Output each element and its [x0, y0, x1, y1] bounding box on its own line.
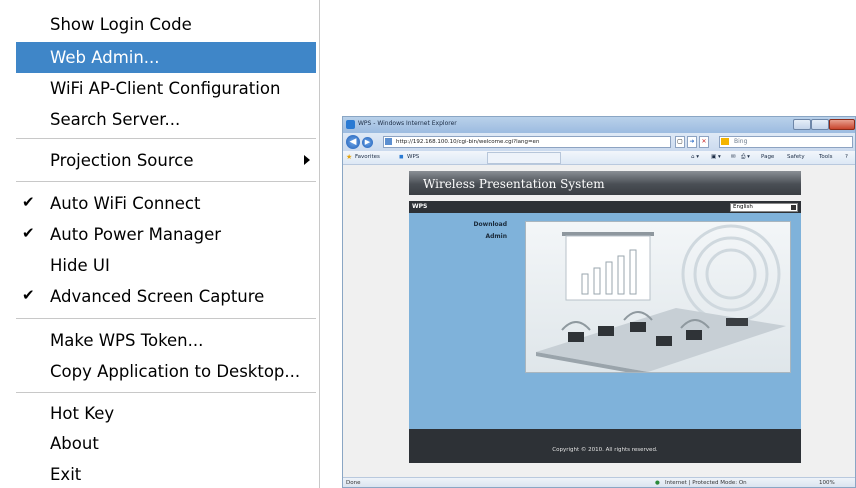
maximize-button[interactable] — [811, 119, 829, 130]
menu-separator — [16, 392, 316, 393]
help-icon[interactable]: ? — [845, 154, 848, 160]
menu-item-label: Show Login Code — [50, 15, 192, 34]
menu-item-web-admin[interactable]: Web Admin... — [16, 42, 316, 73]
wps-main-panel — [513, 213, 801, 429]
menu-item-label: Advanced Screen Capture — [50, 287, 265, 306]
presentation-illustration — [525, 221, 791, 373]
status-bar: Done ● Internet | Protected Mode: On 100… — [343, 477, 855, 487]
check-icon: ✔ — [22, 286, 35, 304]
address-input[interactable]: http://192.168.100.10/cgi-bin/welcome.cg… — [383, 136, 671, 148]
browser-content: Wireless Presentation System WPS English… — [343, 165, 855, 477]
check-icon: ✔ — [22, 193, 35, 211]
menu-item-hide-ui[interactable]: Hide UI — [16, 250, 316, 281]
page-icon — [385, 138, 392, 145]
close-button[interactable] — [829, 119, 855, 130]
search-input[interactable]: Bing — [719, 136, 853, 148]
wps-banner-title: Wireless Presentation System — [423, 177, 605, 191]
menu-item-wifi-ap-client-config[interactable]: WiFi AP-Client Configuration — [16, 73, 316, 104]
minimize-button[interactable] — [793, 119, 811, 130]
menu-item-label: Auto WiFi Connect — [50, 194, 201, 213]
menu-item-label: Auto Power Manager — [50, 225, 222, 244]
bing-icon — [721, 138, 729, 145]
menu-separator — [16, 138, 316, 139]
status-text: Done — [346, 480, 361, 486]
zoom-level[interactable]: 100% — [819, 480, 835, 486]
language-select[interactable]: English — [730, 203, 798, 212]
menu-separator — [16, 181, 316, 182]
wps-banner: Wireless Presentation System — [409, 171, 801, 195]
globe-icon: ● — [655, 480, 660, 486]
menu-item-hot-key[interactable]: Hot Key — [16, 398, 316, 429]
menu-item-auto-power-manager[interactable]: ✔ Auto Power Manager — [16, 219, 316, 250]
feeds-icon[interactable]: ▣ ▾ — [711, 154, 721, 160]
home-icon[interactable]: ⌂ ▾ — [691, 154, 699, 160]
go-icon[interactable]: ➜ — [687, 136, 697, 148]
address-bar-row: ◀ ▶ http://192.168.100.10/cgi-bin/welcom… — [343, 133, 855, 151]
menu-item-show-login-code[interactable]: Show Login Code — [16, 9, 316, 40]
copyright-text: Copyright © 2010. All rights reserved. — [552, 447, 658, 453]
menu-item-advanced-screen-capture[interactable]: ✔ Advanced Screen Capture — [16, 281, 316, 312]
window-title: WPS - Windows Internet Explorer — [358, 120, 457, 127]
safety-menu[interactable]: Safety — [787, 154, 805, 160]
wps-header-bar: WPS English — [409, 201, 801, 213]
submenu-arrow-icon — [304, 155, 310, 165]
menu-item-label: Search Server... — [50, 110, 181, 129]
print-icon[interactable]: ⎙ ▾ — [741, 154, 750, 161]
tools-menu[interactable]: Tools — [819, 154, 833, 160]
menu-item-projection-source[interactable]: Projection Source — [16, 145, 316, 176]
browser-window: WPS - Windows Internet Explorer ◀ ▶ http… — [342, 116, 856, 488]
menu-item-copy-app-to-desktop[interactable]: Copy Application to Desktop... — [16, 356, 316, 387]
compat-view-icon[interactable]: ▢ — [675, 136, 685, 148]
favorites-star-icon[interactable]: ★ — [346, 153, 352, 161]
nav-link-admin[interactable]: Admin — [485, 233, 507, 240]
new-tab-area[interactable] — [487, 152, 561, 164]
menu-separator — [16, 318, 316, 319]
menu-item-label: Copy Application to Desktop... — [50, 362, 301, 381]
wps-bar-label: WPS — [412, 203, 428, 210]
menu-item-about[interactable]: About — [16, 428, 316, 459]
menu-item-label: Projection Source — [50, 151, 194, 170]
tab-wps[interactable]: WPS — [407, 154, 419, 160]
menu-item-label: Hide UI — [50, 256, 110, 275]
screen: Show Login Code Web Admin... WiFi AP-Cli… — [0, 0, 856, 488]
favorites-bar: ★ Favorites ◼ WPS ⌂ ▾ ▣ ▾ ✉ ⎙ ▾ Page Saf… — [343, 151, 855, 165]
zone-status: Internet | Protected Mode: On — [665, 480, 747, 486]
menu-item-make-wps-token[interactable]: Make WPS Token... — [16, 325, 316, 356]
page-menu[interactable]: Page — [761, 154, 774, 160]
check-icon: ✔ — [22, 224, 35, 242]
presentation-room-svg — [536, 224, 786, 372]
mail-icon[interactable]: ✉ — [731, 154, 736, 160]
nav-link-download[interactable]: Download — [474, 221, 507, 228]
menu-item-exit[interactable]: Exit — [16, 459, 316, 488]
tab-page-icon: ◼ — [399, 154, 404, 160]
stop-icon[interactable]: ✕ — [699, 136, 709, 148]
ie-icon — [346, 120, 355, 129]
menu-item-label: Hot Key — [50, 404, 115, 423]
wps-footer: Copyright © 2010. All rights reserved. — [409, 429, 801, 463]
menu-item-search-server[interactable]: Search Server... — [16, 104, 316, 135]
wps-sidebar: Download Admin — [409, 213, 513, 429]
menu-item-label: Web Admin... — [50, 48, 160, 67]
browser-title-bar[interactable]: WPS - Windows Internet Explorer — [343, 117, 855, 133]
context-menu: Show Login Code Web Admin... WiFi AP-Cli… — [0, 0, 320, 488]
menu-item-label: Exit — [50, 465, 82, 484]
menu-item-label: Make WPS Token... — [50, 331, 204, 350]
back-button[interactable]: ◀ — [346, 135, 360, 149]
menu-item-label: About — [50, 434, 99, 453]
menu-item-auto-wifi-connect[interactable]: ✔ Auto WiFi Connect — [16, 188, 316, 219]
menu-item-label: WiFi AP-Client Configuration — [50, 79, 281, 98]
forward-button[interactable]: ▶ — [362, 137, 373, 148]
favorites-button[interactable]: Favorites — [355, 154, 380, 160]
